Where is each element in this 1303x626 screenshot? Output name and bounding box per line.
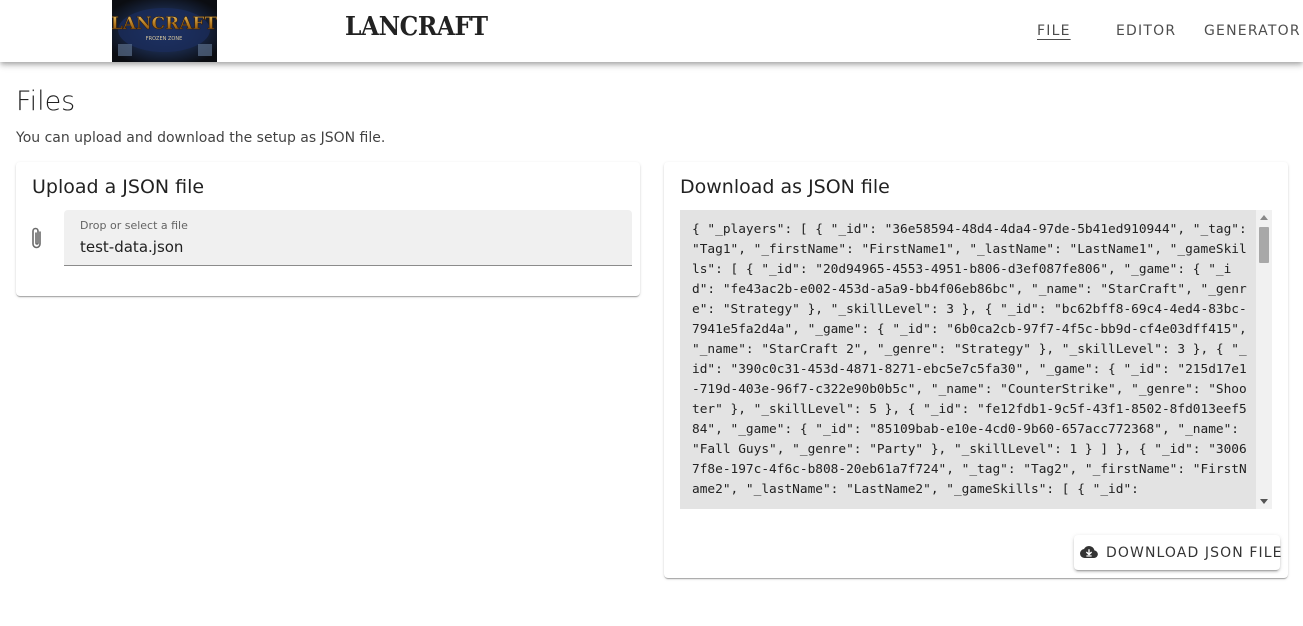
file-input-value: test-data.json xyxy=(80,238,184,256)
nav-file[interactable]: FILE xyxy=(1034,0,1074,62)
lancraft-logo-image[interactable]: LANCRAFT FROZEN ZONE xyxy=(112,0,217,62)
nav-generator[interactable]: GENERATOR xyxy=(1201,0,1303,62)
cloud-download-icon xyxy=(1080,545,1098,558)
page-title: Files xyxy=(16,86,76,117)
upload-card: Upload a JSON file Drop or select a file… xyxy=(16,162,640,296)
page-subtitle: You can upload and download the setup as… xyxy=(16,130,386,146)
json-preview-textarea[interactable]: { "_players": [ { "_id": "36e58594-48d4-… xyxy=(680,210,1272,509)
brand-title[interactable]: LANCRAFT xyxy=(345,12,488,42)
scroll-up-arrow-icon[interactable] xyxy=(1260,215,1268,220)
logo-subtitle: FROZEN ZONE xyxy=(146,36,182,42)
download-card-title: Download as JSON file xyxy=(680,176,890,198)
file-input-label: Drop or select a file xyxy=(80,219,188,232)
file-input-field[interactable]: Drop or select a file test-data.json xyxy=(64,210,632,266)
scroll-thumb[interactable] xyxy=(1259,227,1269,263)
logo-text: LANCRAFT xyxy=(112,14,217,34)
paperclip-icon[interactable] xyxy=(28,226,46,252)
scroll-down-arrow-icon[interactable] xyxy=(1260,499,1268,504)
logo-graphic: LANCRAFT FROZEN ZONE xyxy=(112,0,217,62)
nav-editor[interactable]: EDITOR xyxy=(1113,0,1179,62)
download-json-button[interactable]: DOWNLOAD JSON FILE xyxy=(1074,535,1283,570)
json-preview-text: { "_players": [ { "_id": "36e58594-48d4-… xyxy=(692,222,1255,497)
json-preview-scrollbar[interactable] xyxy=(1256,210,1272,509)
download-card: Download as JSON file { "_players": [ { … xyxy=(664,162,1288,578)
download-json-button-label: DOWNLOAD JSON FILE xyxy=(1106,545,1283,561)
app-bar: LANCRAFT FROZEN ZONE LANCRAFT FILE EDITO… xyxy=(0,0,1303,62)
upload-card-title: Upload a JSON file xyxy=(32,176,205,198)
